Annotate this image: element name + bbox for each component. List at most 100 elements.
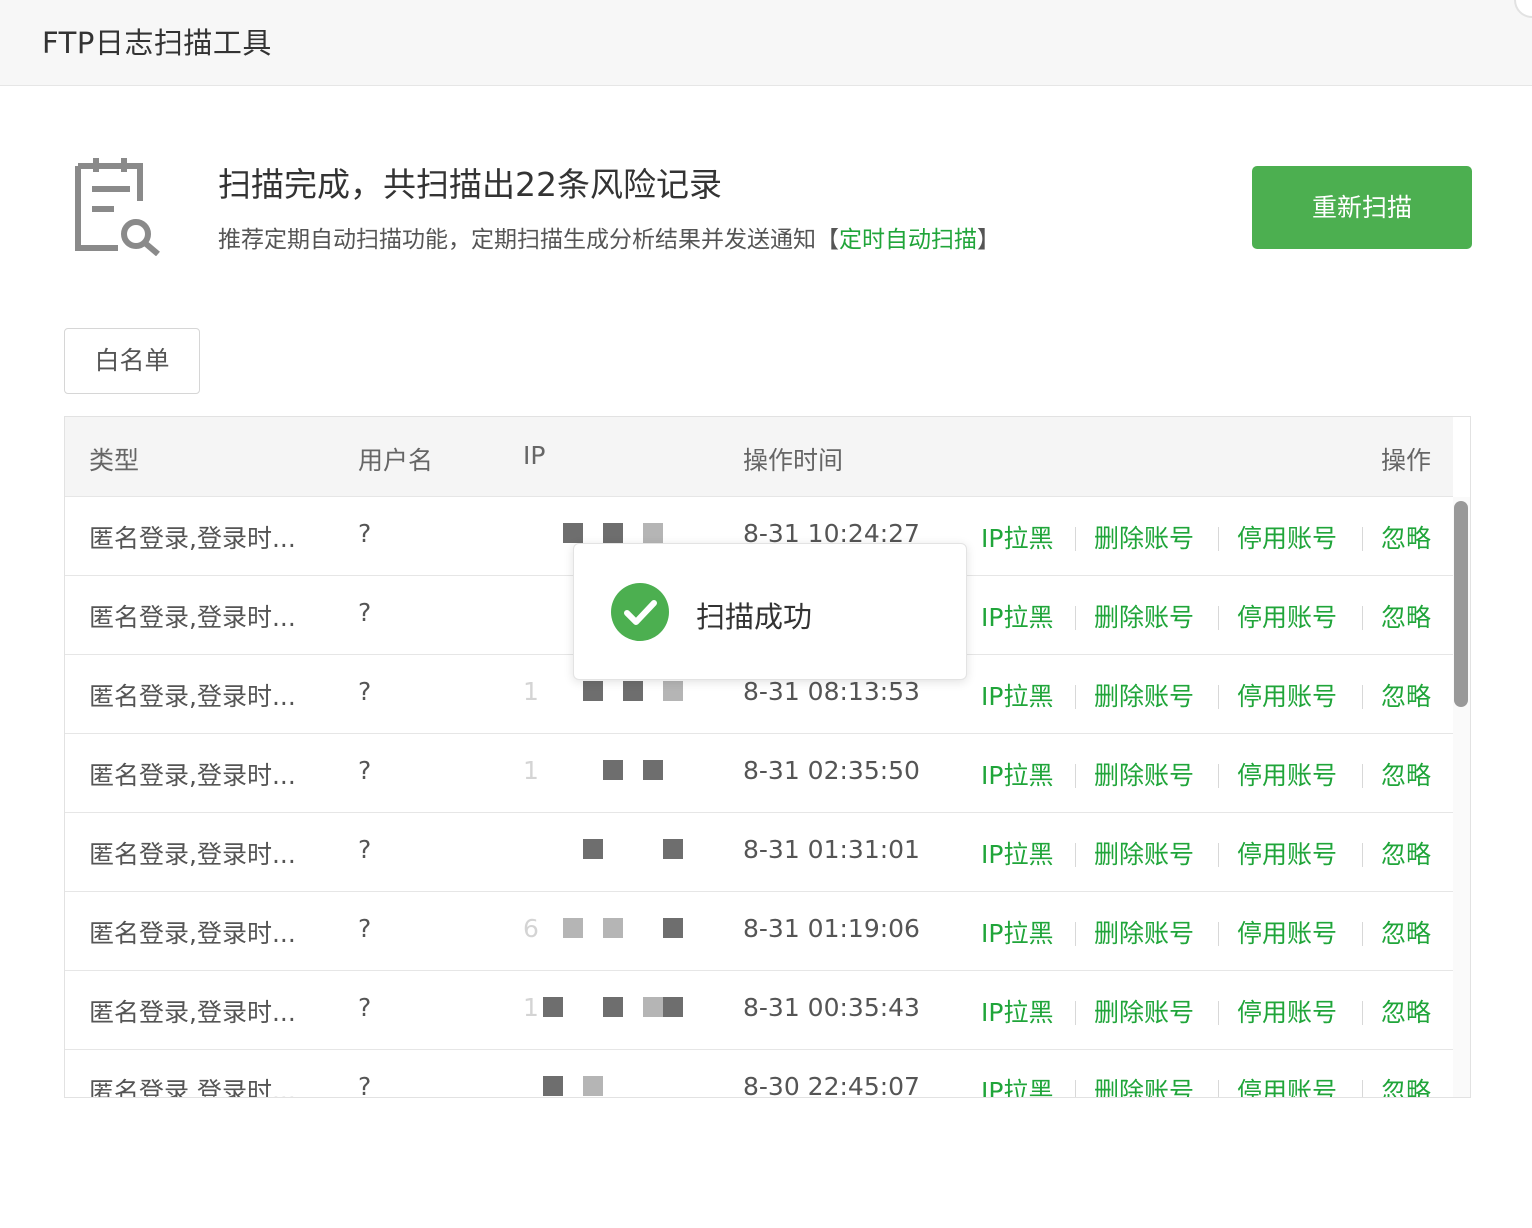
ip-block-link[interactable]: IP拉黑 xyxy=(981,677,1053,713)
action-divider xyxy=(1218,606,1219,630)
scheduled-scan-link[interactable]: 定时自动扫描 xyxy=(839,227,977,253)
check-circle-icon xyxy=(611,583,669,641)
ignore-link[interactable]: 忽略 xyxy=(1381,598,1431,634)
scan-success-toast: 扫描成功 xyxy=(573,543,967,680)
ip-redaction-block xyxy=(643,997,663,1017)
ip-redaction-block xyxy=(583,1076,603,1096)
disable-account-link[interactable]: 停用账号 xyxy=(1237,993,1337,1029)
ignore-link[interactable]: 忽略 xyxy=(1381,835,1431,871)
header-time: 操作时间 xyxy=(743,446,844,475)
action-divider xyxy=(1362,922,1363,946)
header-ip: IP xyxy=(523,441,546,470)
disable-account-link[interactable]: 停用账号 xyxy=(1237,914,1337,950)
cell-type: 匿名登录,登录时... xyxy=(89,1077,296,1098)
action-divider xyxy=(1075,1001,1076,1025)
cell-type: 匿名登录,登录时... xyxy=(89,682,296,711)
ip-block-link[interactable]: IP拉黑 xyxy=(981,993,1053,1029)
description-bracket: 】 xyxy=(977,227,1000,253)
header-action: 操作 xyxy=(1381,446,1432,475)
cell-username: ? xyxy=(358,914,372,943)
action-divider xyxy=(1075,764,1076,788)
disable-account-link[interactable]: 停用账号 xyxy=(1237,756,1337,792)
ip-redaction-block xyxy=(603,997,623,1017)
cell-type: 匿名登录,登录时... xyxy=(89,919,296,948)
disable-account-link[interactable]: 停用账号 xyxy=(1237,598,1337,634)
ip-redaction-block xyxy=(603,918,623,938)
report-search-icon xyxy=(75,158,160,256)
cell-time: 8-31 01:19:06 xyxy=(743,914,920,943)
ip-redaction-block xyxy=(563,918,583,938)
disable-account-link[interactable]: 停用账号 xyxy=(1237,835,1337,871)
table-row: 匿名登录,登录时...? 8-31 01:31:01 IP拉黑 删除账号 停用账号 忽略 xyxy=(65,813,1453,892)
action-divider xyxy=(1362,1080,1363,1097)
delete-account-link[interactable]: 删除账号 xyxy=(1094,835,1194,871)
whitelist-button[interactable]: 白名单 xyxy=(64,328,200,394)
delete-account-link[interactable]: 删除账号 xyxy=(1094,1072,1194,1097)
cell-type: 匿名登录,登录时... xyxy=(89,840,296,869)
action-divider xyxy=(1218,764,1219,788)
action-divider xyxy=(1218,1001,1219,1025)
ip-block-link[interactable]: IP拉黑 xyxy=(981,914,1053,950)
dialog-titlebar: FTP日志扫描工具 xyxy=(0,0,1532,86)
scan-result-description: 推荐定期自动扫描功能，定期扫描生成分析结果并发送通知【定时自动扫描】 xyxy=(218,220,1000,254)
cell-username: ? xyxy=(358,835,372,864)
delete-account-link[interactable]: 删除账号 xyxy=(1094,914,1194,950)
action-divider xyxy=(1075,1080,1076,1097)
rescan-button[interactable]: 重新扫描 xyxy=(1252,166,1472,249)
ignore-link[interactable]: 忽略 xyxy=(1381,519,1431,555)
cell-type: 匿名登录,登录时... xyxy=(89,998,296,1027)
scrollbar-thumb[interactable] xyxy=(1454,501,1468,707)
cell-time: 8-31 02:35:50 xyxy=(743,756,920,785)
ip-redaction-block xyxy=(583,839,603,859)
disable-account-link[interactable]: 停用账号 xyxy=(1237,519,1337,555)
action-divider xyxy=(1362,1001,1363,1025)
delete-account-link[interactable]: 删除账号 xyxy=(1094,519,1194,555)
ignore-link[interactable]: 忽略 xyxy=(1381,914,1431,950)
table-row: 匿名登录,登录时...?18-31 00:35:43IP拉黑删除账号停用账号忽略 xyxy=(65,971,1453,1050)
table-header: 类型 用户名 IP 操作时间 操作 xyxy=(65,417,1453,497)
scan-result-title: 扫描完成，共扫描出22条风险记录 xyxy=(218,165,722,204)
action-divider xyxy=(1218,685,1219,709)
ip-redaction-block xyxy=(543,997,563,1017)
ignore-link[interactable]: 忽略 xyxy=(1381,993,1431,1029)
cell-username: ? xyxy=(358,1072,372,1098)
cell-username: ? xyxy=(358,598,372,627)
action-divider xyxy=(1362,764,1363,788)
ignore-link[interactable]: 忽略 xyxy=(1381,677,1431,713)
ip-redaction-block xyxy=(583,681,603,701)
ip-block-link[interactable]: IP拉黑 xyxy=(981,519,1053,555)
ip-block-link[interactable]: IP拉黑 xyxy=(981,1072,1053,1097)
ip-block-link[interactable]: IP拉黑 xyxy=(981,598,1053,634)
risk-records-table: 类型 用户名 IP 操作时间 操作 匿名登录,登录时...? 8-31 10:24… xyxy=(64,416,1471,1098)
action-divider xyxy=(1075,843,1076,867)
ip-block-link[interactable]: IP拉黑 xyxy=(981,756,1053,792)
description-text: 推荐定期自动扫描功能，定期扫描生成分析结果并发送通知【 xyxy=(218,227,839,253)
delete-account-link[interactable]: 删除账号 xyxy=(1094,993,1194,1029)
action-divider xyxy=(1362,685,1363,709)
ip-redaction-block xyxy=(543,1076,563,1096)
dialog-title: FTP日志扫描工具 xyxy=(42,26,272,60)
delete-account-link[interactable]: 删除账号 xyxy=(1094,598,1194,634)
delete-account-link[interactable]: 删除账号 xyxy=(1094,677,1194,713)
header-username: 用户名 xyxy=(358,446,434,475)
action-divider xyxy=(1218,843,1219,867)
ip-redaction-block xyxy=(643,523,663,543)
action-divider xyxy=(1218,527,1219,551)
action-divider xyxy=(1075,685,1076,709)
action-divider xyxy=(1218,922,1219,946)
delete-account-link[interactable]: 删除账号 xyxy=(1094,756,1194,792)
table-row: 匿名登录,登录时...?68-31 01:19:06IP拉黑删除账号停用账号忽略 xyxy=(65,892,1453,971)
header-type: 类型 xyxy=(89,446,140,475)
disable-account-link[interactable]: 停用账号 xyxy=(1237,677,1337,713)
ignore-link[interactable]: 忽略 xyxy=(1381,756,1431,792)
ip-redaction-block xyxy=(663,997,683,1017)
disable-account-link[interactable]: 停用账号 xyxy=(1237,1072,1337,1097)
cell-username: ? xyxy=(358,519,372,548)
action-divider xyxy=(1362,843,1363,867)
action-divider xyxy=(1218,1080,1219,1097)
cell-time: 8-30 22:45:07 xyxy=(743,1072,920,1098)
ip-block-link[interactable]: IP拉黑 xyxy=(981,835,1053,871)
action-divider xyxy=(1075,922,1076,946)
cell-type: 匿名登录,登录时... xyxy=(89,761,296,790)
ignore-link[interactable]: 忽略 xyxy=(1381,1072,1431,1097)
